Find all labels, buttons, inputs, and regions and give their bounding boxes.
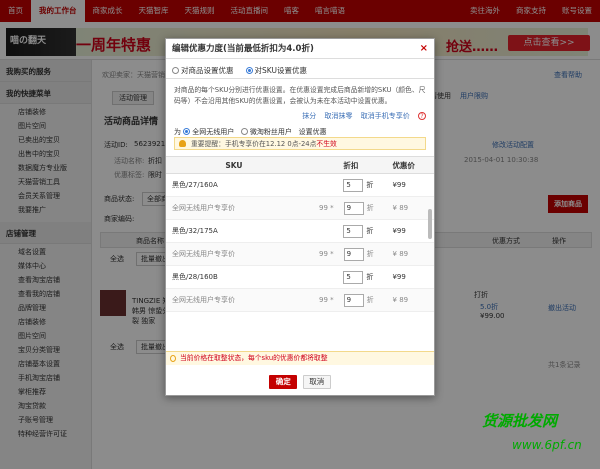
col-empty [296, 157, 338, 173]
discount-input[interactable]: 5 [343, 178, 364, 192]
radio-selected-icon[interactable] [245, 67, 253, 74]
sku-table-header: SKU 折扣 优惠价 [166, 156, 434, 174]
audience-all-label[interactable]: 全网无线用户 [192, 128, 234, 136]
radio-icon[interactable] [240, 128, 248, 135]
confirm-button[interactable]: 确定 [269, 375, 298, 389]
discount-cell: 9折 [338, 201, 393, 215]
dialog-description: 对商品的每个SKU分别进行优惠设置。在优惠设置完成后商品新增的SKU（颜色、尺码… [174, 86, 426, 105]
audience-fans-label[interactable]: 微淘粉丝用户 [250, 128, 292, 136]
sku-row: 黑色/28/160B 5 折 ¥99 [166, 266, 434, 289]
original-price: 99 * [319, 204, 334, 212]
discount-cell: 5折 [337, 224, 392, 238]
for-label: 为 [174, 128, 181, 136]
radio-product-label: 对商品设置优惠 [181, 66, 234, 75]
col-price: 优惠价 [392, 161, 415, 170]
zhe-unit: 折 [366, 295, 374, 304]
radio-sku-discount[interactable]: 对SKU设置优惠 [245, 65, 307, 78]
watermark-url: www.6pf.cn [512, 438, 582, 452]
discount-input[interactable]: 9 [343, 247, 364, 261]
discount-input[interactable]: 5 [343, 270, 364, 284]
sku-row: 全网无线用户专享价 99 * 9 折 ¥ 89 [166, 289, 434, 312]
scrollbar[interactable] [428, 209, 432, 239]
col-sku: SKU [225, 161, 243, 170]
sku-row: 全网无线用户专享价 99 * 9 折 ¥ 89 [166, 197, 434, 220]
discount-cell: 5折 [337, 178, 392, 192]
zhe-unit: 折 [366, 203, 374, 212]
notice-red-text: 不生效 [316, 140, 337, 148]
radio-selected-icon[interactable] [183, 128, 191, 135]
discount-mode-tabs: 对商品设置优惠 对SKU设置优惠 [166, 59, 434, 79]
sku-table-body: 黑色/27/160A 5 折 ¥99 全网无线用户专享价 99 * 9 折 ¥ 89 黑色/32/… [166, 174, 434, 312]
edit-discount-dialog: 编辑优惠力度(当前最低折扣为4.0折) × 对商品设置优惠 对SKU设置优惠 对… [165, 38, 435, 396]
mobile-price-label: 全网无线用户专享价 [172, 204, 235, 212]
mobile-price-label: 全网无线用户专享价 [172, 296, 235, 304]
dialog-title: 编辑优惠力度(当前最低折扣为4.0折) [172, 44, 314, 54]
discount-price: ¥ 89 [392, 296, 409, 304]
audience-row: 为 全网无线用户 微淘粉丝用户 设置优惠 [166, 123, 434, 137]
help-icon[interactable]: ? [418, 112, 426, 120]
bulk-links: 抹分 取消抹零 取消手机专享价 ? [166, 109, 434, 123]
zhe-unit: 折 [366, 180, 374, 189]
col-discount: 折扣 [343, 161, 359, 170]
discount-input[interactable]: 5 [343, 224, 364, 238]
important-notice: 重要提醒：手机专享价在12.12 0点-24点不生效 [174, 137, 426, 150]
sku-row: 全网无线用户专享价 99 * 9 折 ¥ 89 [166, 243, 434, 266]
lightbulb-icon [170, 355, 176, 362]
zhe-unit: 折 [366, 249, 374, 258]
discount-cell: 9折 [338, 293, 393, 307]
radio-icon[interactable] [172, 67, 179, 74]
sku-row: 黑色/32/175A 5 折 ¥99 [166, 220, 434, 243]
discount-price: ¥99 [392, 181, 406, 189]
wipe-cents-link[interactable]: 抹分 [302, 112, 316, 120]
sku-name: 黑色/28/160B [172, 273, 218, 281]
sku-row: 黑色/27/160A 5 折 ¥99 [166, 174, 434, 197]
radio-product-discount[interactable]: 对商品设置优惠 [172, 65, 234, 78]
discount-cell: 9折 [338, 247, 393, 261]
discount-input[interactable]: 9 [343, 293, 364, 307]
dialog-header: 编辑优惠力度(当前最低折扣为4.0折) × [166, 39, 434, 59]
discount-price: ¥99 [392, 273, 406, 281]
watermark: 货源批发网 [482, 412, 558, 430]
discount-price: ¥ 89 [392, 250, 409, 258]
rounding-warning: 当前价格在取整状态，每个sku的优惠价都将取整 [166, 351, 434, 365]
zhe-unit: 折 [366, 272, 374, 281]
discount-cell: 5折 [337, 270, 392, 284]
zhe-unit: 折 [366, 226, 374, 235]
notice-text: 重要提醒：手机专享价在12.12 0点-24点 [191, 140, 317, 148]
original-price: 99 * [319, 296, 334, 304]
cancel-wipe-link[interactable]: 取消抹零 [325, 112, 353, 120]
bell-icon [179, 140, 186, 147]
dialog-footer: 确定 取消 [166, 369, 434, 395]
mobile-price-label: 全网无线用户专享价 [172, 250, 235, 258]
original-price: 99 * [319, 250, 334, 258]
discount-input[interactable]: 9 [343, 201, 364, 215]
cancel-button[interactable]: 取消 [302, 375, 331, 389]
cancel-mobile-price-link[interactable]: 取消手机专享价 [361, 112, 410, 120]
sku-name: 黑色/32/175A [172, 227, 218, 235]
sku-name: 黑色/27/160A [172, 181, 218, 189]
warning-text: 当前价格在取整状态，每个sku的优惠价都将取整 [180, 354, 328, 362]
set-discount-label: 设置优惠 [298, 128, 327, 136]
radio-sku-label: 对SKU设置优惠 [254, 66, 307, 75]
close-icon[interactable]: × [420, 39, 428, 59]
